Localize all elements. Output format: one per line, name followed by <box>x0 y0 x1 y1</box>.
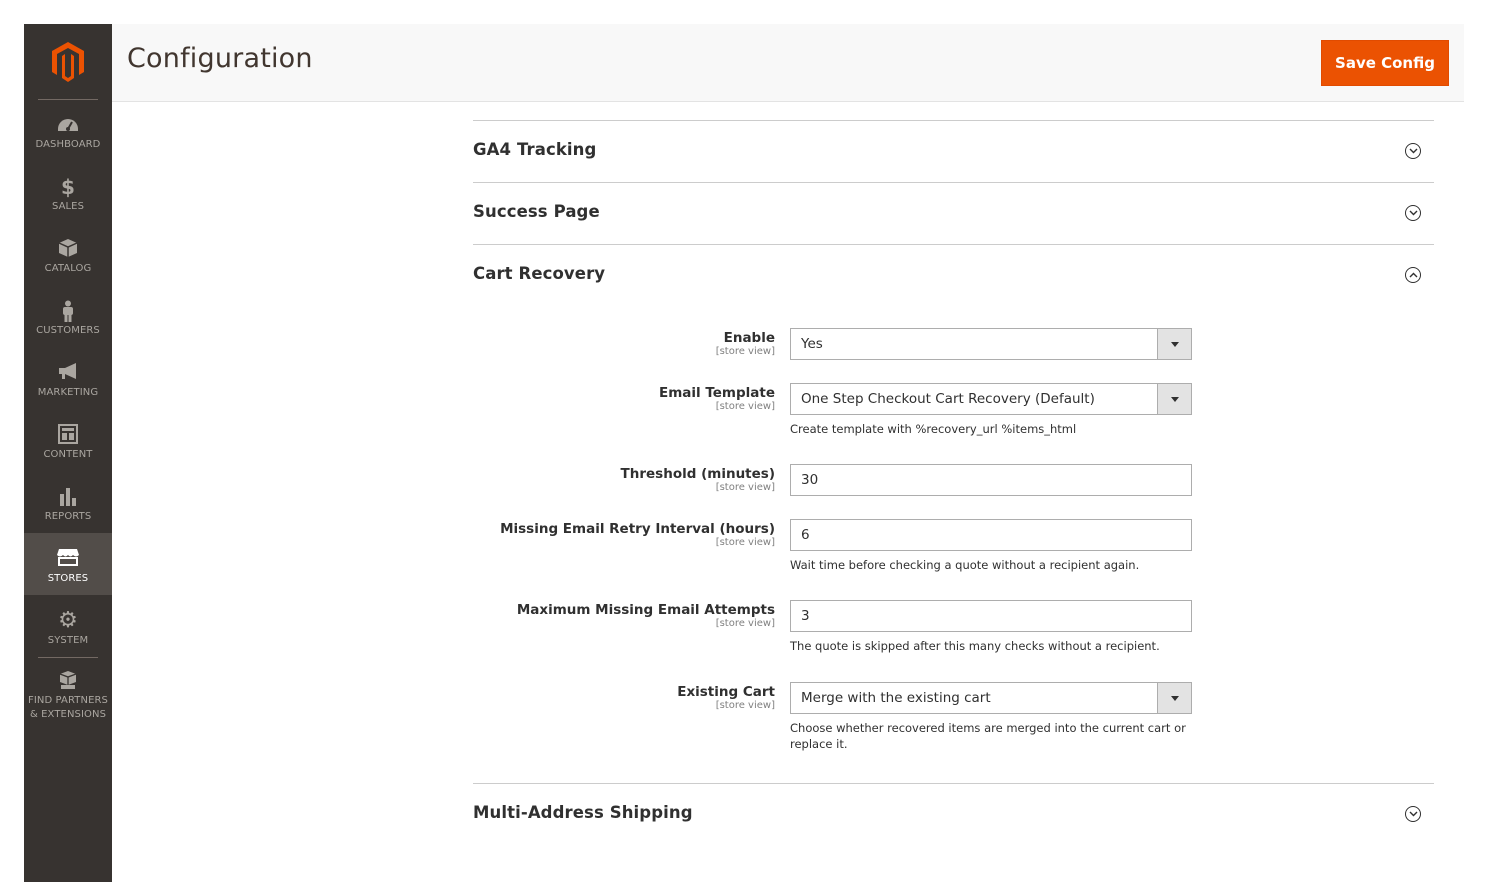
label-text: Email Template <box>658 385 775 401</box>
input-value: 30 <box>801 472 819 488</box>
nav-label-system: SYSTEM <box>47 635 89 646</box>
megaphone-icon <box>24 362 112 384</box>
label-text: Threshold (minutes) <box>620 466 775 482</box>
nav-label-find-partners: FIND PARTNERS <box>27 695 109 706</box>
page-title: Configuration <box>127 43 313 74</box>
scope-label: [store view] <box>715 537 775 548</box>
nav-label-extensions: & EXTENSIONS <box>29 709 107 720</box>
nav-label-sales: SALES <box>51 201 85 212</box>
save-config-button[interactable]: Save Config <box>1321 40 1449 86</box>
magento-logo-icon[interactable] <box>50 40 86 84</box>
select-value: Yes <box>801 336 823 352</box>
nav-item-marketing[interactable]: MARKETING <box>24 362 112 424</box>
admin-sidebar: DASHBOARD $ SALES CATALOG CUSTOMERS MARK… <box>24 24 112 882</box>
field-label-max-attempts: Maximum Missing Email Attempts [store vi… <box>435 602 775 630</box>
nav-item-sales[interactable]: $ SALES <box>24 176 112 238</box>
section-ga4-tracking[interactable]: GA4 Tracking <box>473 120 1434 183</box>
nav-item-dashboard[interactable]: DASHBOARD <box>24 114 112 176</box>
admin-frame: DASHBOARD $ SALES CATALOG CUSTOMERS MARK… <box>24 24 1464 882</box>
nav-label-content: CONTENT <box>43 449 93 460</box>
chevron-down-icon <box>1157 683 1191 713</box>
bar-chart-icon <box>24 486 112 508</box>
nav-item-customers[interactable]: CUSTOMERS <box>24 300 112 362</box>
person-icon <box>24 300 112 322</box>
nav-item-content[interactable]: CONTENT <box>24 424 112 486</box>
gear-icon: ⚙ <box>58 608 78 633</box>
section-title: Success Page <box>473 202 600 221</box>
field-label-retry-interval: Missing Email Retry Interval (hours) [st… <box>435 521 775 549</box>
chevron-down-icon[interactable] <box>1405 205 1421 221</box>
scope-label: [store view] <box>715 618 775 629</box>
chevron-down-icon <box>1157 384 1191 414</box>
label-text: Existing Cart <box>677 684 775 700</box>
retry-interval-input[interactable]: 6 <box>790 519 1192 551</box>
layout-icon <box>24 424 112 446</box>
label-text: Enable <box>723 330 775 346</box>
chevron-up-icon[interactable] <box>1405 267 1421 283</box>
chevron-down-icon[interactable] <box>1405 143 1421 159</box>
page-header: Configuration Save Config <box>112 24 1464 102</box>
input-value: 6 <box>801 527 810 543</box>
label-text: Maximum Missing Email Attempts <box>516 602 775 618</box>
nav-label-marketing: MARKETING <box>37 387 99 398</box>
nav-label-catalog: CATALOG <box>44 263 92 274</box>
field-label-enable: Enable [store view] <box>435 330 775 358</box>
scope-label: [store view] <box>715 401 775 412</box>
nav-item-find-partners[interactable]: FIND PARTNERS & EXTENSIONS <box>24 670 112 730</box>
existing-cart-select[interactable]: Merge with the existing cart <box>790 682 1192 714</box>
section-title: Multi-Address Shipping <box>473 803 693 822</box>
nav-label-dashboard: DASHBOARD <box>35 139 101 150</box>
section-multi-address-shipping[interactable]: Multi-Address Shipping <box>473 783 1434 846</box>
field-label-email-template: Email Template [store view] <box>435 385 775 413</box>
field-note: Create template with %recovery_url %item… <box>790 422 1077 436</box>
nav-label-stores: STORES <box>47 573 89 584</box>
nav-label-customers: CUSTOMERS <box>36 325 100 336</box>
enable-select[interactable]: Yes <box>790 328 1192 360</box>
email-template-select[interactable]: One Step Checkout Cart Recovery (Default… <box>790 383 1192 415</box>
threshold-input[interactable]: 30 <box>790 464 1192 496</box>
section-success-page[interactable]: Success Page <box>473 182 1434 245</box>
field-label-existing-cart: Existing Cart [store view] <box>435 684 775 712</box>
field-note: Choose whether recovered items are merge… <box>790 721 1186 751</box>
nav-label-reports: REPORTS <box>44 511 92 522</box>
section-title[interactable]: Cart Recovery <box>473 264 605 283</box>
field-label-threshold: Threshold (minutes) [store view] <box>435 466 775 494</box>
field-note: The quote is skipped after this many che… <box>790 639 1160 653</box>
nav-item-stores[interactable]: STORES <box>24 533 112 595</box>
section-title: GA4 Tracking <box>473 140 597 159</box>
sidebar-divider <box>38 657 98 658</box>
store-icon <box>24 548 112 570</box>
nav-item-catalog[interactable]: CATALOG <box>24 238 112 300</box>
dashboard-icon <box>24 114 112 136</box>
label-text: Missing Email Retry Interval (hours) <box>500 521 775 537</box>
chevron-down-icon[interactable] <box>1405 806 1421 822</box>
cubes-icon <box>24 670 112 692</box>
input-value: 3 <box>801 608 810 624</box>
scope-label: [store view] <box>715 482 775 493</box>
select-value: One Step Checkout Cart Recovery (Default… <box>801 391 1095 407</box>
nav-item-system[interactable]: ⚙ SYSTEM <box>24 610 112 672</box>
chevron-down-icon <box>1157 329 1191 359</box>
field-note: Wait time before checking a quote withou… <box>790 558 1140 572</box>
dollar-icon: $ <box>61 175 75 199</box>
sidebar-divider <box>38 99 98 100</box>
max-attempts-input[interactable]: 3 <box>790 600 1192 632</box>
scope-label: [store view] <box>715 346 775 357</box>
box-icon <box>24 238 112 260</box>
select-value: Merge with the existing cart <box>801 690 991 706</box>
scope-label: [store view] <box>715 700 775 711</box>
